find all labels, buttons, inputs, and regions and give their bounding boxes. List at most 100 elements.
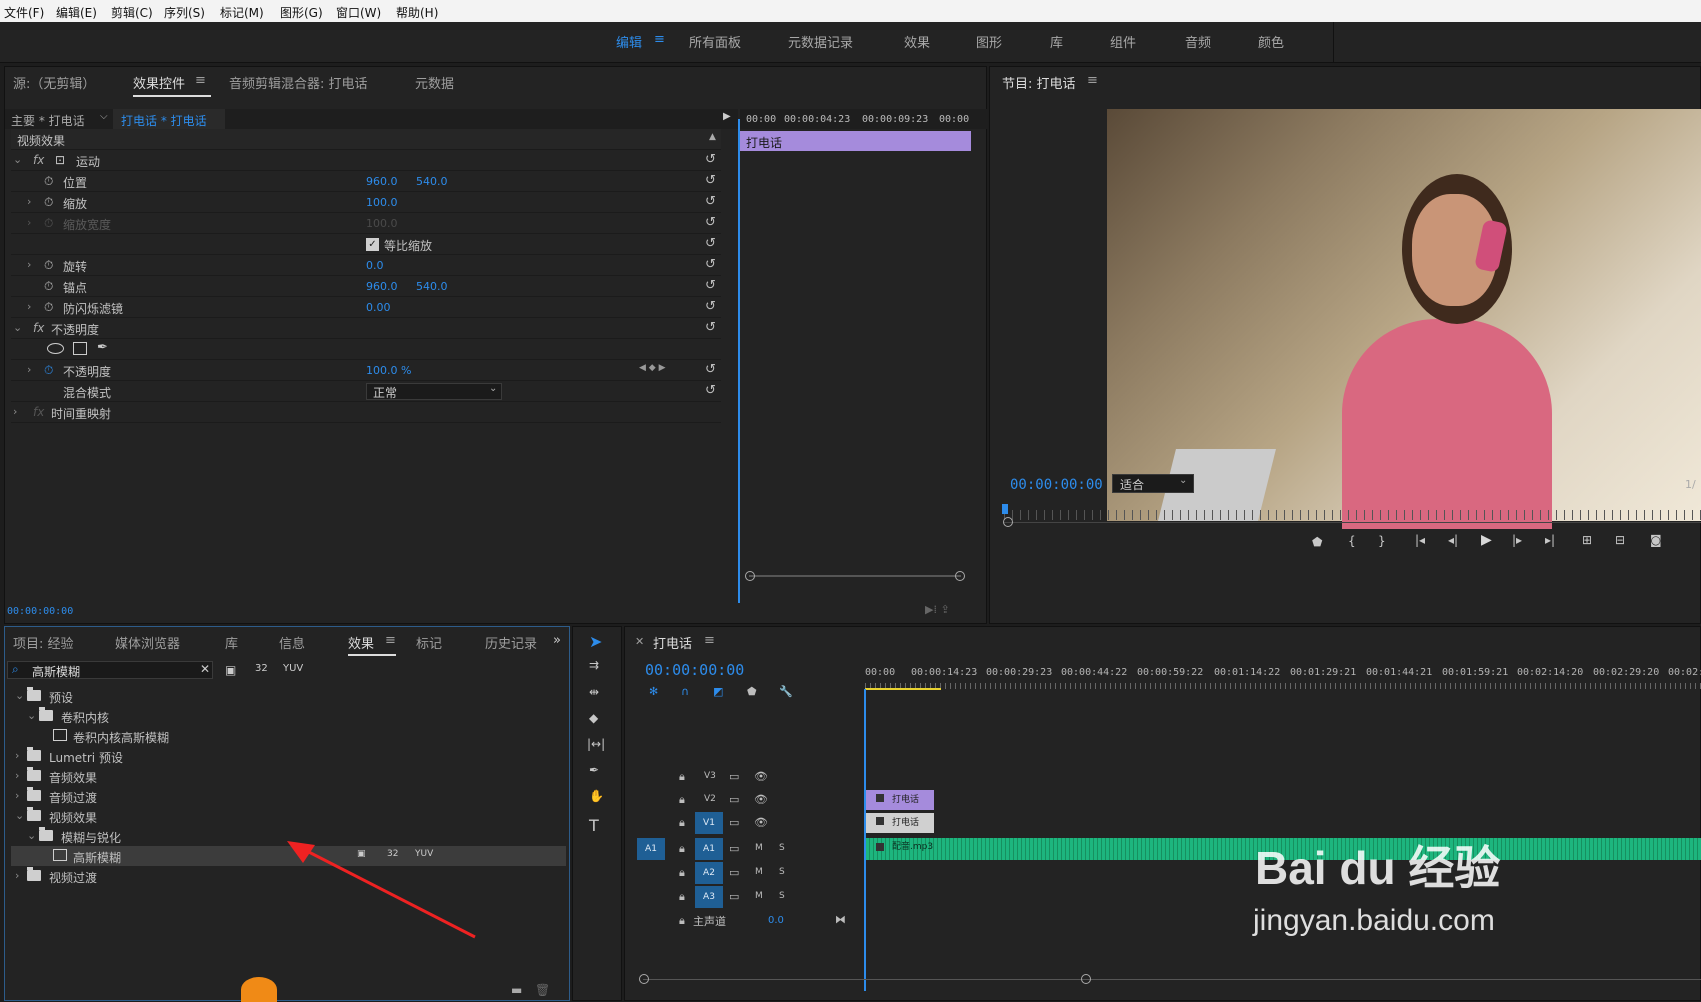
ellipse-mask-icon[interactable]	[47, 343, 64, 354]
source-patch-a1[interactable]: A1	[637, 838, 665, 860]
keyframe-nav-icon[interactable]: ◀ ◆ ▶	[639, 363, 666, 373]
stopwatch-icon[interactable]: ⏱	[44, 258, 53, 273]
track-select-icon[interactable]: ⇉	[589, 658, 599, 672]
panel-menu-icon[interactable]: ≡	[704, 633, 715, 648]
lock-icon[interactable]: 🔒︎	[679, 793, 685, 807]
workspace-menu-icon[interactable]: ≡	[654, 32, 665, 47]
yuv-effects-icon[interactable]: YUV	[283, 663, 303, 674]
accelerated-effects-icon[interactable]: ▣	[225, 663, 236, 677]
lift-icon[interactable]: ⊞	[1582, 533, 1592, 547]
menu-help[interactable]: 帮助(H)	[396, 4, 438, 21]
tree-item-video-effects[interactable]: ⌄ 视频效果	[11, 806, 566, 826]
transform-icon[interactable]: ⊡	[55, 153, 65, 167]
reset-icon[interactable]: ↺	[705, 215, 716, 230]
position-y-value[interactable]: 540.0	[416, 175, 448, 188]
pen-tool-icon[interactable]: ✒	[589, 763, 599, 777]
mark-in-icon[interactable]: {	[1348, 534, 1356, 548]
mark-out-icon[interactable]: }	[1378, 534, 1386, 548]
tree-item-audio-transitions[interactable]: › 音频过渡	[11, 786, 566, 806]
solo-button[interactable]: S	[779, 843, 785, 853]
workspace-assembly[interactable]: 组件	[1110, 32, 1136, 51]
tree-item-lumetri[interactable]: › Lumetri 预设	[11, 746, 566, 766]
sync-lock-icon[interactable]: ▭	[729, 842, 739, 855]
chevron-down-icon[interactable]: ⌄	[15, 809, 24, 822]
program-zoom-handle[interactable]	[1003, 517, 1013, 527]
mute-button[interactable]: M	[755, 891, 763, 901]
add-marker-icon[interactable]: ⬟	[747, 685, 757, 698]
blend-mode-select[interactable]: 正常 ⌄	[366, 383, 502, 400]
stopwatch-icon[interactable]: ⏱	[44, 363, 53, 378]
menu-sequence[interactable]: 序列(S)	[164, 4, 205, 21]
uniform-scale-checkbox[interactable]: ✓	[366, 238, 379, 251]
menu-clip[interactable]: 剪辑(C)	[111, 4, 153, 21]
chevron-down-icon[interactable]: ⌄	[27, 709, 36, 722]
go-to-out-icon[interactable]: ▸|	[1545, 533, 1555, 547]
sync-lock-icon[interactable]: ▭	[729, 816, 739, 829]
fit-select[interactable]: 适合 ⌄	[1112, 474, 1194, 493]
reset-icon[interactable]: ↺	[705, 383, 716, 398]
chevron-right-icon[interactable]: ›	[27, 363, 31, 376]
reset-icon[interactable]: ↺	[705, 278, 716, 293]
video-preview[interactable]	[1107, 109, 1701, 529]
menu-window[interactable]: 窗口(W)	[336, 4, 381, 21]
timeline-scroll-handle-right[interactable]	[1081, 974, 1091, 984]
master-clip-label[interactable]: 主要 * 打电话	[11, 112, 85, 129]
hand-tool-icon[interactable]: ✋	[589, 789, 604, 803]
menu-file[interactable]: 文件(F)	[4, 4, 44, 21]
workspace-metadata[interactable]: 元数据记录	[788, 32, 853, 51]
menu-edit[interactable]: 编辑(E)	[56, 4, 97, 21]
program-timecode[interactable]: 00:00:00:00	[1010, 477, 1103, 493]
play-triangle-icon[interactable]: ▶	[723, 111, 731, 122]
stopwatch-icon[interactable]: ⏱	[44, 300, 53, 315]
sync-lock-icon[interactable]: ▭	[729, 793, 739, 806]
program-ruler[interactable]	[1004, 510, 1701, 520]
time-remap-row[interactable]: › fx 时间重映射	[11, 402, 721, 423]
ec-scroll-handle-left[interactable]	[745, 571, 755, 581]
sync-lock-icon[interactable]: ▭	[729, 770, 739, 783]
track-label[interactable]: V3	[704, 771, 716, 781]
lock-icon[interactable]: 🔒︎	[679, 816, 685, 830]
ec-playhead[interactable]	[738, 119, 740, 603]
chevron-down-icon[interactable]: ⌄	[13, 153, 22, 166]
workspace-edit[interactable]: 编辑	[616, 32, 642, 51]
tree-item-audio-effects[interactable]: › 音频效果	[11, 766, 566, 786]
master-end-icon[interactable]: ⧓	[835, 913, 846, 926]
program-title[interactable]: 节目: 打电话	[1002, 73, 1076, 92]
type-tool-icon[interactable]: T	[589, 816, 599, 835]
chevron-down-icon[interactable]: ⌄	[27, 829, 36, 842]
reset-icon[interactable]: ↺	[705, 299, 716, 314]
ripple-edit-icon[interactable]: ⇹	[589, 685, 599, 699]
ec-timeline-ruler[interactable]: 00:00 00:00:04:23 00:00:09:23 00:00	[740, 109, 988, 129]
reset-icon[interactable]: ↺	[705, 320, 716, 335]
master-volume[interactable]: 0.0	[768, 915, 784, 926]
32bit-effects-icon[interactable]: 32	[255, 663, 268, 674]
close-tab-icon[interactable]: ✕	[635, 635, 644, 648]
scale-value[interactable]: 100.0	[366, 196, 398, 209]
position-x-value[interactable]: 960.0	[366, 175, 398, 188]
menu-marker[interactable]: 标记(M)	[220, 4, 264, 21]
opacity-value[interactable]: 100.0 %	[366, 364, 411, 377]
go-to-in-icon[interactable]: |◂	[1415, 533, 1425, 547]
step-forward-icon[interactable]: |▸	[1512, 533, 1522, 547]
sync-lock-icon[interactable]: ▭	[729, 890, 739, 903]
lock-icon[interactable]: 🔒︎	[679, 914, 685, 928]
export-frame-icon[interactable]: ▶⁞ ⇪	[925, 603, 950, 616]
solo-button[interactable]: S	[779, 867, 785, 877]
reset-icon[interactable]: ↺	[705, 236, 716, 251]
stopwatch-icon[interactable]: ⏱	[44, 195, 53, 210]
reset-icon[interactable]: ↺	[705, 362, 716, 377]
chevron-down-icon[interactable]: ⌄	[13, 321, 22, 334]
ec-clip-bar[interactable]: 打电话	[740, 131, 971, 151]
tree-item-presets[interactable]: ⌄ 预设	[11, 686, 566, 706]
tab-menu-icon[interactable]: ≡	[195, 73, 206, 88]
workspace-all-panels[interactable]: 所有面板	[689, 32, 741, 51]
track-label[interactable]: A1	[695, 838, 723, 860]
track-label[interactable]: V2	[704, 794, 716, 804]
opacity-section-row[interactable]: ⌄ fx 不透明度 ↺	[11, 318, 721, 339]
anchor-x-value[interactable]: 960.0	[366, 280, 398, 293]
rectangle-mask-icon[interactable]	[73, 342, 87, 355]
chevron-right-icon[interactable]: ›	[27, 300, 31, 313]
timeline-timecode[interactable]: 00:00:00:00	[645, 661, 744, 679]
workspace-library[interactable]: 库	[1050, 32, 1063, 51]
tree-item-convolution[interactable]: ⌄ 卷积内核	[11, 706, 566, 726]
